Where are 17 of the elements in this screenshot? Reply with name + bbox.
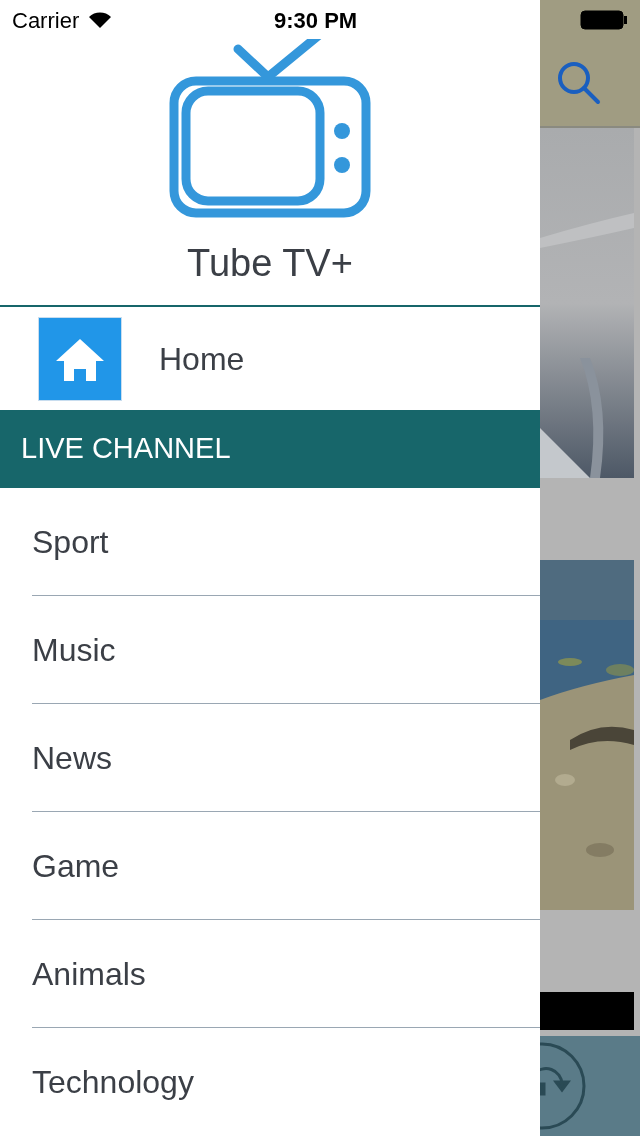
app-title: Tube TV+ bbox=[187, 240, 353, 285]
channel-menu-item[interactable]: Sport bbox=[0, 488, 540, 596]
home-menu-item[interactable]: Home bbox=[0, 306, 540, 411]
search-icon[interactable] bbox=[556, 60, 602, 106]
rotation-lock-icon[interactable] bbox=[540, 1040, 588, 1130]
tv-logo-icon bbox=[168, 38, 372, 219]
home-icon bbox=[38, 316, 122, 401]
channel-menu-item[interactable]: Technology bbox=[0, 1028, 540, 1136]
section-header: LIVE CHANNEL bbox=[0, 410, 540, 488]
battery-icon bbox=[580, 10, 628, 30]
channel-menu-item[interactable]: Music bbox=[0, 596, 540, 704]
status-time: 9:30 PM bbox=[274, 6, 358, 35]
wifi-icon bbox=[88, 11, 113, 29]
channel-menu-item[interactable]: Animals bbox=[0, 920, 540, 1028]
channel-menu-item[interactable]: Game bbox=[0, 812, 540, 920]
carrier-name: Carrier bbox=[12, 6, 80, 35]
channel-menu-item[interactable]: News bbox=[0, 704, 540, 812]
